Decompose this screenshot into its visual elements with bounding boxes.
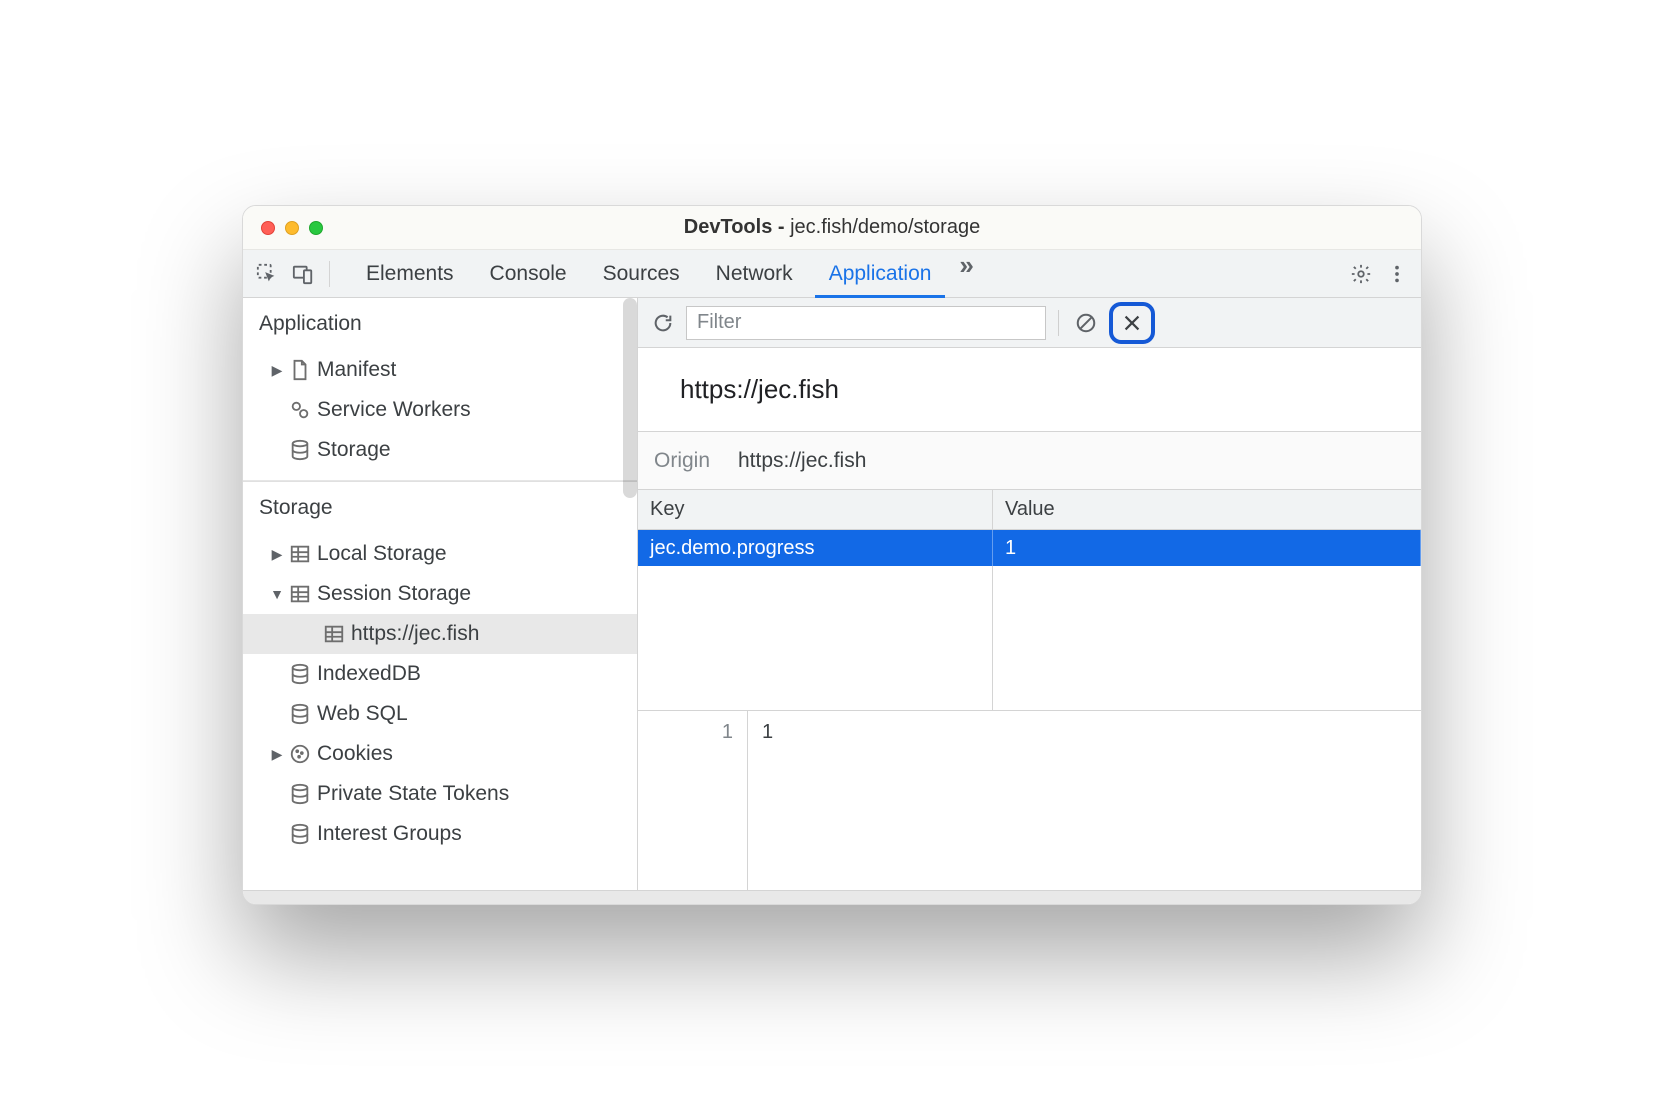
value-preview: 1 1	[638, 711, 1421, 890]
section-title-application: Application	[243, 298, 637, 346]
table-icon	[319, 623, 349, 645]
filter-toolbar	[638, 298, 1421, 348]
tab-console[interactable]: Console	[472, 250, 585, 297]
cell-value[interactable]: 1	[993, 530, 1421, 566]
origin-heading: https://jec.fish	[638, 348, 1421, 432]
sidebar-scrollbar[interactable]	[623, 298, 637, 498]
preview-value: 1	[748, 711, 773, 890]
tab-network[interactable]: Network	[698, 250, 811, 297]
sidebar-item-session-storage-origin[interactable]: https://jec.fish	[243, 614, 637, 654]
sidebar-item-indexeddb[interactable]: IndexedDB	[243, 654, 637, 694]
sidebar-item-interest-groups[interactable]: Interest Groups	[243, 814, 637, 854]
section-title-storage: Storage	[243, 482, 637, 530]
col-key[interactable]: Key	[638, 490, 993, 529]
tab-application[interactable]: Application	[811, 250, 950, 297]
sidebar-item-service-workers[interactable]: Service Workers	[243, 390, 637, 430]
sidebar-item-local-storage[interactable]: ▶ Local Storage	[243, 534, 637, 574]
database-icon	[285, 663, 315, 685]
more-tabs-icon[interactable]: »	[949, 250, 981, 297]
sidebar-item-storage-overview[interactable]: Storage	[243, 430, 637, 470]
refresh-icon[interactable]	[648, 308, 678, 338]
delete-selected-highlight	[1109, 302, 1155, 344]
kebab-menu-icon[interactable]	[1381, 258, 1413, 290]
window-title: DevTools - jec.fish/demo/storage	[243, 216, 1421, 239]
gears-icon	[285, 399, 315, 421]
table-icon	[285, 583, 315, 605]
col-value[interactable]: Value	[993, 490, 1421, 529]
main-toolbar: Elements Console Sources Network Applica…	[243, 250, 1421, 298]
inspect-element-icon[interactable]	[251, 258, 283, 290]
table-empty-area[interactable]	[638, 566, 1421, 710]
settings-gear-icon[interactable]	[1345, 258, 1377, 290]
database-icon	[285, 703, 315, 725]
horizontal-scrollbar[interactable]	[243, 890, 1421, 904]
cell-key[interactable]: jec.demo.progress	[638, 530, 993, 566]
sidebar-item-cookies[interactable]: ▶ Cookies	[243, 734, 637, 774]
sidebar-item-manifest[interactable]: ▶ Manifest	[243, 350, 637, 390]
storage-panel: https://jec.fish Origin https://jec.fish…	[638, 298, 1421, 890]
delete-selected-icon[interactable]	[1117, 308, 1147, 338]
origin-label: Origin	[654, 449, 738, 473]
origin-value: https://jec.fish	[738, 449, 866, 473]
sidebar-item-private-state-tokens[interactable]: Private State Tokens	[243, 774, 637, 814]
panel-tabs: Elements Console Sources Network Applica…	[348, 250, 982, 297]
filter-input[interactable]	[686, 306, 1046, 340]
sidebar-item-websql[interactable]: Web SQL	[243, 694, 637, 734]
titlebar: DevTools - jec.fish/demo/storage	[243, 206, 1421, 250]
application-sidebar: Application ▶ Manifest Service Workers S…	[243, 298, 638, 890]
cookie-icon	[285, 743, 315, 765]
preview-line-number: 1	[638, 711, 748, 890]
tab-sources[interactable]: Sources	[585, 250, 698, 297]
table-header: Key Value	[638, 490, 1421, 530]
clear-all-icon[interactable]	[1071, 308, 1101, 338]
database-icon	[285, 783, 315, 805]
sidebar-item-session-storage[interactable]: ▼ Session Storage	[243, 574, 637, 614]
storage-table: Key Value jec.demo.progress 1	[638, 490, 1421, 711]
table-icon	[285, 543, 315, 565]
database-icon	[285, 823, 315, 845]
file-icon	[285, 359, 315, 381]
tab-elements[interactable]: Elements	[348, 250, 472, 297]
device-toolbar-icon[interactable]	[287, 258, 319, 290]
devtools-window: DevTools - jec.fish/demo/storage Element…	[242, 205, 1422, 905]
table-row[interactable]: jec.demo.progress 1	[638, 530, 1421, 566]
origin-info-row: Origin https://jec.fish	[638, 432, 1421, 490]
database-icon	[285, 439, 315, 461]
